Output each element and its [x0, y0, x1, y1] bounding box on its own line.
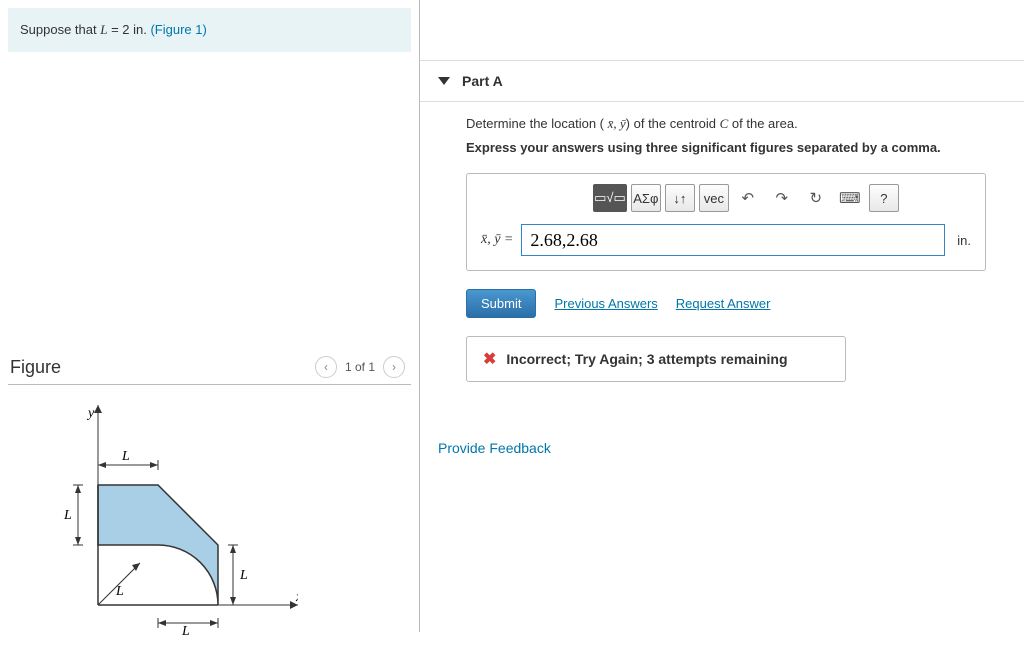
part-a-header[interactable]: Part A — [420, 60, 1024, 102]
dim-L-top: L — [121, 449, 130, 464]
provide-feedback-link[interactable]: Provide Feedback — [438, 440, 1024, 456]
keyboard-button[interactable]: ⌨ — [835, 184, 865, 212]
equation-toolbar: ▭√▭ ΑΣφ ↓↑ vec ↶ ↷ ↻ ⌨ ? — [521, 184, 971, 212]
previous-answers-link[interactable]: Previous Answers — [554, 296, 657, 311]
figure-diagram: y x L L — [8, 385, 411, 658]
subsup-button[interactable]: ↓↑ — [665, 184, 695, 212]
dim-L-left: L — [63, 508, 72, 523]
feedback-text: Incorrect; Try Again; 3 attempts remaini… — [506, 351, 787, 367]
figure-title: Figure — [10, 357, 61, 378]
answer-unit: in. — [957, 233, 971, 248]
figure-header: Figure ‹ 1 of 1 › — [8, 352, 411, 385]
part-a-label: Part A — [462, 73, 503, 89]
prompt-c: C — [720, 116, 729, 131]
templates-button[interactable]: ▭√▭ — [593, 184, 627, 212]
answer-row: x̄, ȳ = in. — [481, 224, 971, 256]
prompt-mid: ) of the centroid — [626, 116, 720, 131]
help-button[interactable]: ? — [869, 184, 899, 212]
prompt-xy: x̄, ȳ — [608, 116, 626, 131]
dim-L-bottom: L — [181, 624, 190, 635]
reset-button[interactable]: ↻ — [801, 184, 831, 212]
figure-prev-button[interactable]: ‹ — [315, 356, 337, 378]
figure-nav: ‹ 1 of 1 › — [315, 356, 405, 378]
greek-button[interactable]: ΑΣφ — [631, 184, 661, 212]
undo-button[interactable]: ↶ — [733, 184, 763, 212]
express-instruction: Express your answers using three signifi… — [466, 140, 1006, 155]
incorrect-x-icon: ✖ — [483, 349, 496, 369]
figure-next-button[interactable]: › — [383, 356, 405, 378]
problem-prefix: Suppose that — [20, 22, 100, 37]
problem-statement: Suppose that L = 2 in. (Figure 1) — [8, 8, 411, 52]
figure-link[interactable]: (Figure 1) — [150, 22, 206, 37]
part-a-body: Determine the location ( x̄, ȳ) of the c… — [420, 102, 1024, 390]
vec-button[interactable]: vec — [699, 184, 729, 212]
axis-x-label: x — [295, 590, 298, 605]
submit-row: Submit Previous Answers Request Answer — [466, 289, 1006, 318]
problem-eq: = 2 in. — [107, 22, 150, 37]
dim-L-right: L — [239, 568, 248, 583]
dim-L-radius: L — [115, 584, 124, 599]
prompt-post: of the area. — [728, 116, 797, 131]
axis-y-label: y — [86, 406, 95, 421]
feedback-box: ✖ Incorrect; Try Again; 3 attempts remai… — [466, 336, 846, 382]
part-prompt: Determine the location ( x̄, ȳ) of the c… — [466, 116, 1006, 132]
submit-button[interactable]: Submit — [466, 289, 536, 318]
request-answer-link[interactable]: Request Answer — [676, 296, 771, 311]
redo-button[interactable]: ↷ — [767, 184, 797, 212]
answer-input[interactable] — [521, 224, 945, 256]
answer-box: ▭√▭ ΑΣφ ↓↑ vec ↶ ↷ ↻ ⌨ ? x̄, ȳ = in. — [466, 173, 986, 271]
prompt-pre: Determine the location ( — [466, 116, 608, 131]
caret-down-icon — [438, 77, 450, 85]
answer-prefix: x̄, ȳ = — [481, 232, 513, 248]
figure-counter: 1 of 1 — [345, 360, 375, 374]
